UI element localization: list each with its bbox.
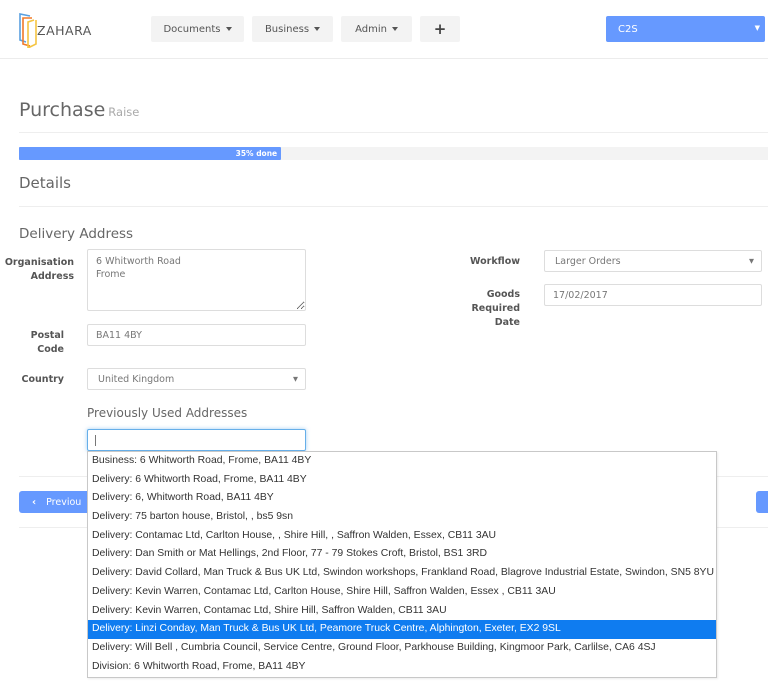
- nav-admin-label: Admin: [355, 23, 387, 35]
- caret-down-icon: [391, 27, 398, 31]
- dropdown-option[interactable]: Delivery: 75 barton house, Bristol, , bs…: [88, 508, 716, 527]
- divider: [19, 206, 768, 207]
- page-subtitle: Raise: [108, 105, 140, 119]
- caret-down-icon: [314, 27, 321, 31]
- nav-documents-menu[interactable]: Documents: [151, 16, 244, 42]
- organisation-address-label: Organisation Address: [4, 257, 74, 282]
- previously-used-addresses-title: Previously Used Addresses: [87, 406, 248, 420]
- progress-bar: 35% done: [19, 147, 282, 160]
- dropdown-option[interactable]: Delivery: David Collard, Man Truck & Bus…: [88, 564, 716, 583]
- next-button[interactable]: [756, 491, 768, 513]
- previous-address-dropdown-list: Business: 6 Whitworth Road, Frome, BA11 …: [87, 451, 717, 678]
- nav-business-label: Business: [264, 23, 310, 35]
- goods-required-date-input[interactable]: 17/02/2017: [544, 284, 762, 306]
- section-title-details: Details: [19, 174, 72, 192]
- dropdown-option[interactable]: Delivery: Linzi Conday, Man Truck & Bus …: [88, 620, 716, 639]
- company-selector[interactable]: C2S ▼: [606, 16, 765, 42]
- dropdown-option[interactable]: Delivery: Dan Smith or Mat Hellings, 2nd…: [88, 545, 716, 564]
- caret-down-icon: [225, 27, 232, 31]
- chevron-left-icon: ‹: [32, 496, 37, 508]
- dropdown-option[interactable]: Delivery: 6 Whitworth Road, Frome, BA11 …: [88, 471, 716, 490]
- country-select-value: United Kingdom: [98, 373, 175, 385]
- previous-address-search-input[interactable]: [87, 429, 306, 451]
- workflow-select[interactable]: Larger Orders ▼: [544, 250, 762, 272]
- top-navbar: ZAHARA Documents Business Admin + C2S ▼: [0, 0, 768, 59]
- postal-code-label: Postal Code: [30, 330, 64, 355]
- dropdown-arrow-icon: ▼: [754, 24, 760, 32]
- text-cursor: [95, 435, 96, 446]
- country-label: Country: [21, 374, 64, 385]
- dropdown-arrow-icon: ▼: [749, 257, 754, 265]
- dropdown-option[interactable]: Division: 6 Whitworth Road, Frome, BA11 …: [88, 658, 716, 677]
- goods-required-date-label: Goods Required Date: [471, 289, 520, 328]
- page-title: Purchase Raise: [19, 99, 139, 121]
- plus-icon: +: [433, 20, 447, 38]
- add-new-button[interactable]: +: [420, 16, 460, 42]
- postal-code-input[interactable]: BA11 4BY: [87, 324, 306, 346]
- nav-documents-label: Documents: [163, 23, 221, 35]
- country-select[interactable]: United Kingdom ▼: [87, 368, 306, 390]
- dropdown-option[interactable]: Delivery: Will Bell , Cumbria Council, S…: [88, 639, 716, 658]
- dropdown-arrow-icon: ▼: [293, 375, 298, 383]
- nav-admin-menu[interactable]: Admin: [341, 16, 412, 42]
- organisation-address-textarea[interactable]: 6 Whitworth Road Frome: [87, 249, 306, 311]
- company-selector-value: C2S: [618, 23, 638, 35]
- dropdown-option[interactable]: Delivery: Kevin Warren, Contamac Ltd, Sh…: [88, 602, 716, 621]
- workflow-label: Workflow: [469, 256, 520, 267]
- page-title-text: Purchase: [19, 99, 106, 121]
- dropdown-option[interactable]: Delivery: Contamac Ltd, Carlton House, ,…: [88, 527, 716, 546]
- progress-track: 35% done: [19, 147, 768, 160]
- app-logo[interactable]: ZAHARA: [18, 12, 91, 48]
- section-title-delivery-address: Delivery Address: [19, 226, 134, 242]
- dropdown-option[interactable]: Delivery: Kevin Warren, Contamac Ltd, Ca…: [88, 583, 716, 602]
- logo-text: ZAHARA: [37, 23, 92, 38]
- workflow-select-value: Larger Orders: [555, 255, 621, 267]
- divider: [19, 132, 768, 133]
- previous-button-label: Previou: [46, 496, 82, 508]
- dropdown-option[interactable]: Business: 6 Whitworth Road, Frome, BA11 …: [88, 452, 716, 471]
- dropdown-option[interactable]: Delivery: 6, Whitworth Road, BA11 4BY: [88, 489, 716, 508]
- nav-business-menu[interactable]: Business: [252, 16, 333, 42]
